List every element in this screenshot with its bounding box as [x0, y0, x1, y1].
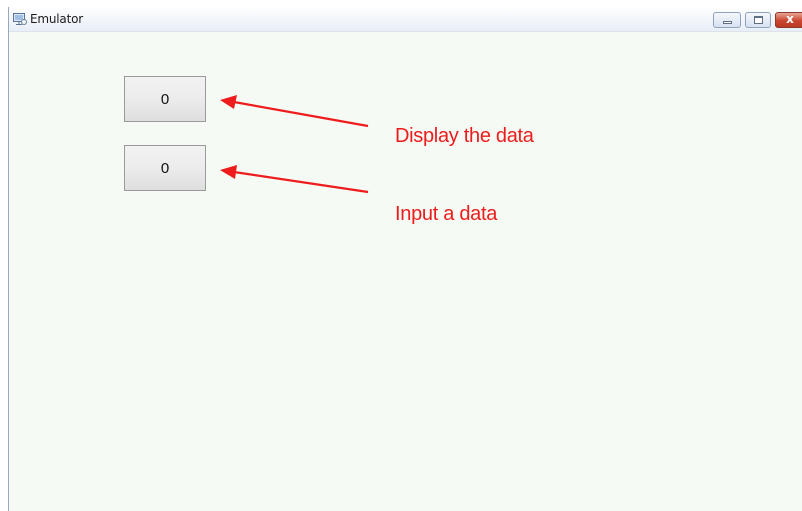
display-annotation-arrow: [220, 95, 369, 128]
input-annotation-arrow: [220, 165, 369, 194]
display-data-annotation: Display the data: [395, 125, 534, 147]
input-data-annotation: Input a data: [395, 203, 498, 225]
annotation-arrows: [220, 95, 369, 194]
